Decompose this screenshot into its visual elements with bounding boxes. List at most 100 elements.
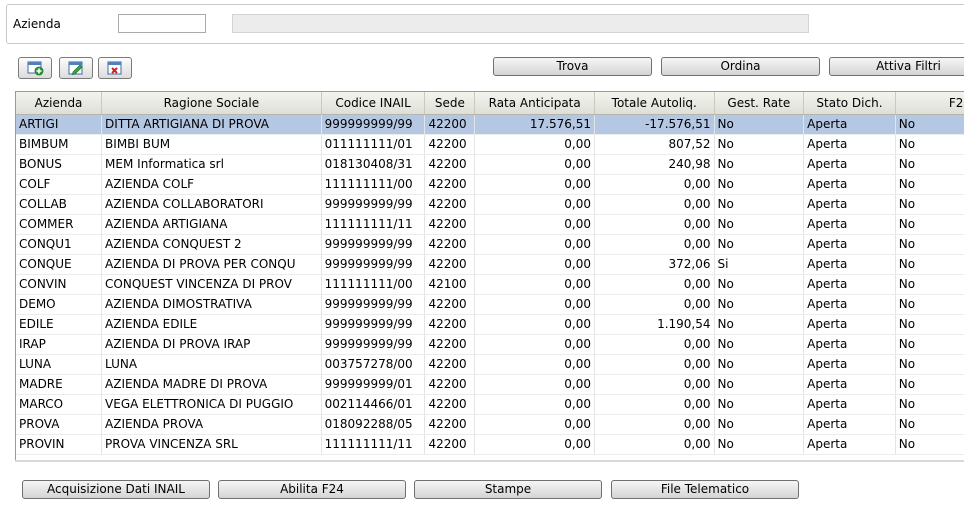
cell-azienda: COMMER <box>16 214 103 235</box>
cell-sede: 42200 <box>424 114 476 135</box>
cell-ragione-sociale: LUNA <box>101 354 322 375</box>
stampe-button[interactable]: Stampe <box>414 480 602 499</box>
cell-codice-inail: 999999999/99 <box>321 194 426 215</box>
cell-azienda: BIMBUM <box>16 134 103 155</box>
cell-rata-anticipata: 0,00 <box>474 334 595 355</box>
file-telematico-button[interactable]: File Telematico <box>611 480 799 499</box>
table-row[interactable]: CONVIN CONQUEST VINCENZA DI PROV 111111111… <box>16 274 964 295</box>
table-row[interactable]: LUNA LUNA 003757278/00 42200 0,00 0,00 No Apert… <box>16 354 964 375</box>
cell-gest-rate: No <box>714 294 805 315</box>
edit-record-button[interactable] <box>59 57 93 79</box>
column-header-sede[interactable]: Sede <box>424 92 476 115</box>
cell-rata-anticipata: 17.576,51 <box>474 114 595 135</box>
delete-record-icon <box>107 61 122 75</box>
cell-sede: 42200 <box>424 434 476 455</box>
cell-codice-inail: 999999999/99 <box>321 314 426 335</box>
cell-azienda: BONUS <box>16 154 103 175</box>
table-row[interactable]: EDILE AZIENDA EDILE 999999999/99 42200 0,00 1… <box>16 314 964 335</box>
column-header-codice-inail[interactable]: Codice INAIL <box>321 92 426 115</box>
cell-stato-dich: Aperta <box>803 194 896 215</box>
cell-f24: No <box>895 334 964 355</box>
column-header-f24[interactable]: F24 <box>895 92 964 115</box>
cell-codice-inail: 999999999/99 <box>321 114 426 135</box>
cell-sede: 42200 <box>424 254 476 275</box>
cell-sede: 42200 <box>424 134 476 155</box>
cell-ragione-sociale: AZIENDA COLF <box>101 174 322 195</box>
cell-azienda: EDILE <box>16 314 103 335</box>
companies-grid[interactable]: Azienda Ragione Sociale Codice INAIL Sed… <box>15 91 964 461</box>
cell-sede: 42200 <box>424 334 476 355</box>
cell-gest-rate: No <box>714 194 805 215</box>
table-row[interactable]: MARCO VEGA ELETTRONICA DI PUGGIO 002114466… <box>16 394 964 415</box>
azienda-code-input[interactable] <box>118 14 206 33</box>
activate-filters-button[interactable]: Attiva Filtri <box>829 57 964 76</box>
companies-table: Azienda Ragione Sociale Codice INAIL Sed… <box>16 92 964 455</box>
cell-f24: No <box>895 274 964 295</box>
cell-f24: No <box>895 194 964 215</box>
cell-sede: 42200 <box>424 234 476 255</box>
cell-ragione-sociale: CONQUEST VINCENZA DI PROV <box>101 274 322 295</box>
cell-azienda: LUNA <box>16 354 103 375</box>
cell-rata-anticipata: 0,00 <box>474 134 595 155</box>
table-row[interactable]: COMMER AZIENDA ARTIGIANA 111111111/11 42200… <box>16 214 964 235</box>
table-row[interactable]: PROVIN PROVA VINCENZA SRL 111111111/11 4220… <box>16 434 964 455</box>
cell-azienda: COLF <box>16 174 103 195</box>
cell-totale-autoliq: 1.190,54 <box>594 314 715 335</box>
cell-gest-rate: No <box>714 314 805 335</box>
table-row[interactable]: PROVA AZIENDA PROVA 018092288/05 42200 0,00 0… <box>16 414 964 435</box>
table-row[interactable]: COLLAB AZIENDA COLLABORATORI 999999999/99 4… <box>16 194 964 215</box>
cell-ragione-sociale: AZIENDA DIMOSTRATIVA <box>101 294 322 315</box>
acquisizione-dati-inail-button[interactable]: Acquisizione Dati INAIL <box>22 480 210 499</box>
table-row[interactable]: ARTIGI DITTA ARTIGIANA DI PROVA 999999999/… <box>16 114 964 135</box>
cell-stato-dich: Aperta <box>803 394 896 415</box>
cell-gest-rate: No <box>714 234 805 255</box>
new-record-icon <box>27 61 44 76</box>
cell-codice-inail: 111111111/00 <box>321 274 426 295</box>
cell-gest-rate: No <box>714 134 805 155</box>
abilita-f24-button[interactable]: Abilita F24 <box>218 480 406 499</box>
cell-gest-rate: No <box>714 114 805 135</box>
cell-stato-dich: Aperta <box>803 114 896 135</box>
table-row[interactable]: BONUS MEM Informatica srl 018130408/31 4220… <box>16 154 964 175</box>
column-header-gest-rate[interactable]: Gest. Rate <box>714 92 805 115</box>
table-row[interactable]: COLF AZIENDA COLF 111111111/00 42200 0,00 0,0… <box>16 174 964 195</box>
cell-codice-inail: 111111111/11 <box>321 214 426 235</box>
table-row[interactable]: CONQU1 AZIENDA CONQUEST 2 999999999/99 4220… <box>16 234 964 255</box>
column-header-totale-autoliq[interactable]: Totale Autoliq. <box>594 92 715 115</box>
table-row[interactable]: IRAP AZIENDA DI PROVA IRAP 999999999/99 422… <box>16 334 964 355</box>
cell-codice-inail: 999999999/99 <box>321 294 426 315</box>
search-button[interactable]: Trova <box>493 57 652 76</box>
column-header-ragione-sociale[interactable]: Ragione Sociale <box>101 92 322 115</box>
new-record-button[interactable] <box>18 57 52 79</box>
grid-header-row: Azienda Ragione Sociale Codice INAIL Sed… <box>16 92 964 115</box>
cell-stato-dich: Aperta <box>803 134 896 155</box>
cell-azienda: CONQU1 <box>16 234 103 255</box>
cell-sede: 42200 <box>424 314 476 335</box>
table-row[interactable]: BIMBUM BIMBI BUM 011111111/01 42200 0,00 807,… <box>16 134 964 155</box>
grid-bottom-border <box>15 460 964 462</box>
table-row[interactable]: MADRE AZIENDA MADRE DI PROVA 999999999/01 4… <box>16 374 964 395</box>
sort-button[interactable]: Ordina <box>661 57 820 76</box>
table-row[interactable]: DEMO AZIENDA DIMOSTRATIVA 999999999/99 4220… <box>16 294 964 315</box>
cell-ragione-sociale: VEGA ELETTRONICA DI PUGGIO <box>101 394 322 415</box>
cell-totale-autoliq: 372,06 <box>594 254 715 275</box>
grid-body: ARTIGI DITTA ARTIGIANA DI PROVA 999999999/… <box>16 114 964 455</box>
cell-gest-rate: No <box>714 274 805 295</box>
cell-gest-rate: No <box>714 174 805 195</box>
cell-f24: No <box>895 174 964 195</box>
column-header-stato-dich[interactable]: Stato Dich. <box>803 92 896 115</box>
cell-ragione-sociale: AZIENDA EDILE <box>101 314 322 335</box>
cell-rata-anticipata: 0,00 <box>474 254 595 275</box>
cell-stato-dich: Aperta <box>803 354 896 375</box>
cell-ragione-sociale: AZIENDA DI PROVA IRAP <box>101 334 322 355</box>
table-row[interactable]: CONQUE AZIENDA DI PROVA PER CONQU 99999999… <box>16 254 964 275</box>
cell-gest-rate: Si <box>714 254 805 275</box>
cell-sede: 42100 <box>424 274 476 295</box>
cell-sede: 42200 <box>424 374 476 395</box>
column-header-rata-anticipata[interactable]: Rata Anticipata <box>474 92 595 115</box>
column-header-azienda[interactable]: Azienda <box>16 92 103 115</box>
cell-gest-rate: No <box>714 434 805 455</box>
cell-totale-autoliq: 0,00 <box>594 374 715 395</box>
cell-stato-dich: Aperta <box>803 294 896 315</box>
delete-record-button[interactable] <box>98 57 132 79</box>
